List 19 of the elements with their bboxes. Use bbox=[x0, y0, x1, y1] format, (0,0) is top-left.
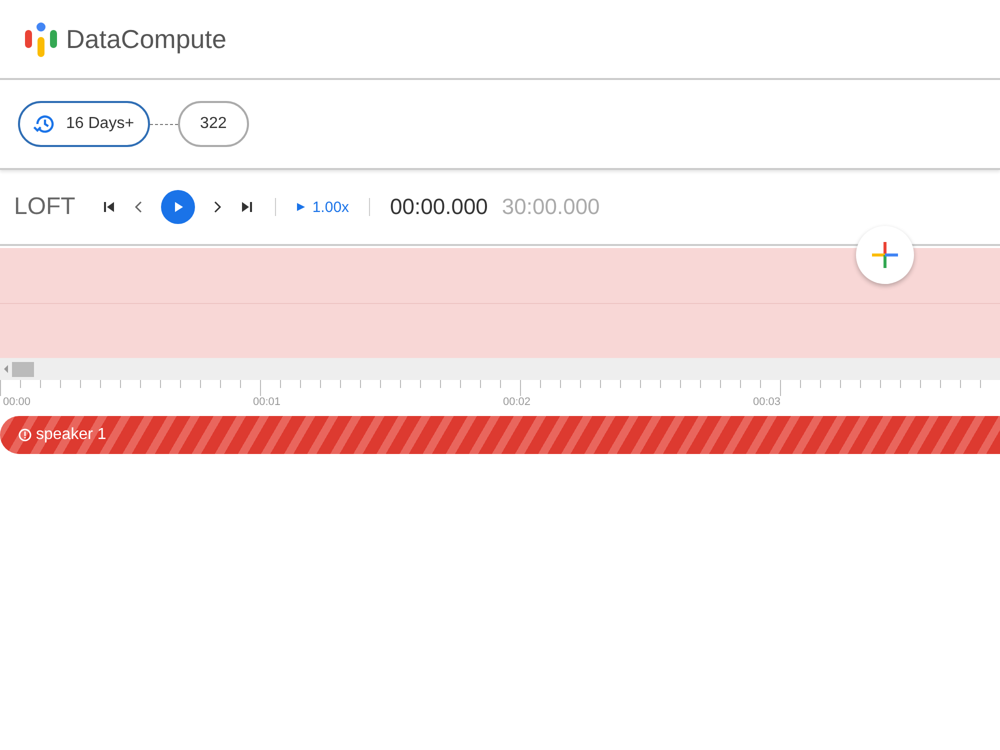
play-button[interactable] bbox=[161, 190, 196, 224]
project-title: LOFT bbox=[14, 193, 76, 221]
time-label: 00:02 bbox=[502, 396, 532, 408]
track-label: speaker 1 bbox=[36, 426, 106, 444]
filter-chip[interactable]: 322 bbox=[178, 101, 249, 147]
time-label: 00:01 bbox=[252, 396, 282, 408]
brand-name: DataCompute bbox=[66, 24, 226, 54]
add-button[interactable] bbox=[856, 226, 914, 284]
current-time: 00:00.000 bbox=[390, 194, 488, 220]
total-time: 30:00.000 bbox=[502, 194, 600, 220]
plus-icon bbox=[870, 240, 900, 270]
alert-icon bbox=[18, 428, 32, 442]
filter-chip[interactable]: 16 Days+ bbox=[18, 101, 150, 147]
time-label: 00:03 bbox=[752, 396, 782, 408]
scroll-bar[interactable] bbox=[0, 358, 1000, 380]
play-icon bbox=[296, 202, 306, 212]
speaker-track[interactable]: speaker 1 bbox=[0, 416, 1000, 454]
speed-button[interactable]: 1.00x bbox=[296, 198, 350, 216]
time-label: 00:00 bbox=[2, 396, 32, 408]
